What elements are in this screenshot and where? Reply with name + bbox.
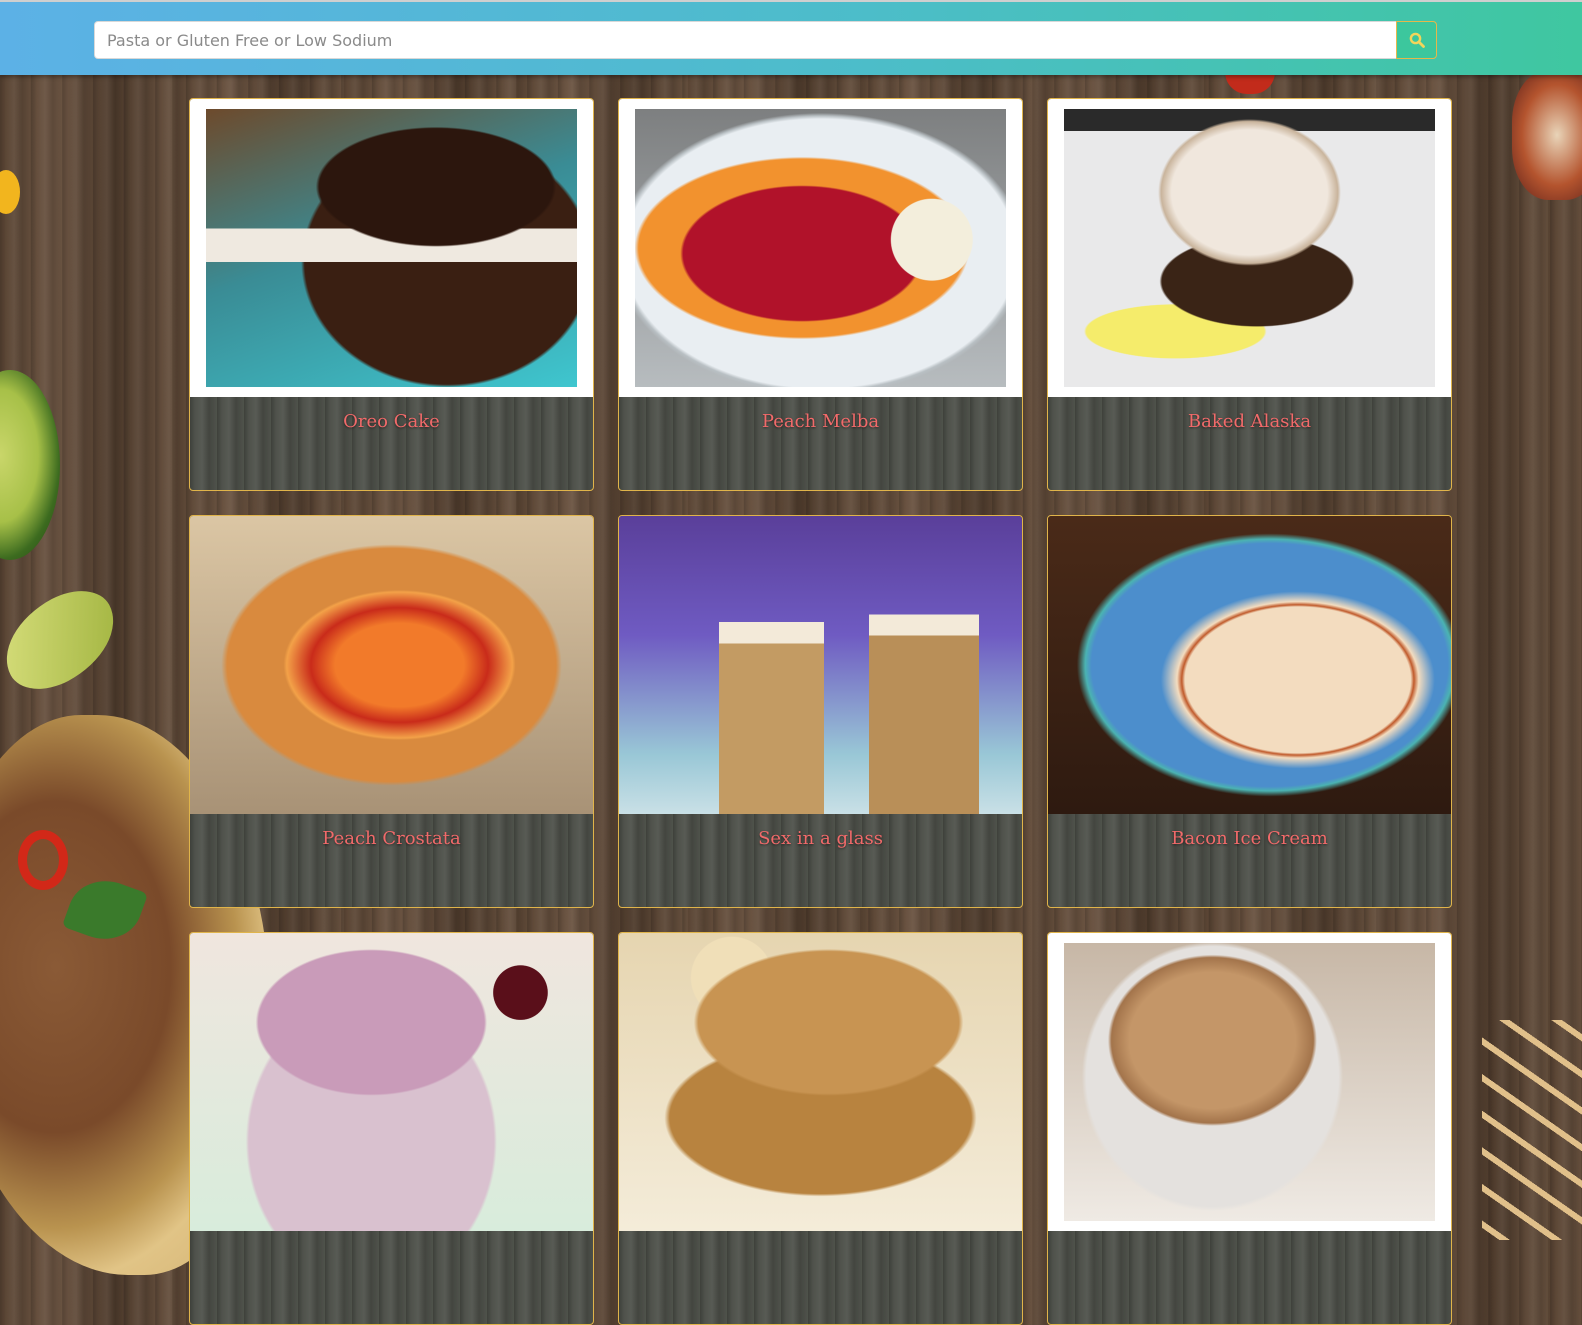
recipe-card[interactable] (189, 932, 594, 1325)
recipe-image (619, 516, 1022, 814)
recipe-card[interactable]: Peach Melba (618, 98, 1023, 491)
recipe-title[interactable]: Bacon Ice Cream (1048, 828, 1451, 849)
recipe-grid: Oreo Cake Peach Melba Baked Alaska Peach… (189, 98, 1452, 1325)
recipe-title[interactable]: Peach Crostata (190, 828, 593, 849)
recipe-card[interactable]: Baked Alaska (1047, 98, 1452, 491)
recipe-image (190, 99, 593, 397)
recipe-title[interactable]: Baked Alaska (1048, 411, 1451, 432)
recipe-image (1048, 933, 1451, 1231)
recipe-card[interactable] (618, 932, 1023, 1325)
recipe-card[interactable]: Peach Crostata (189, 515, 594, 908)
recipe-image (619, 99, 1022, 397)
recipe-card[interactable] (1047, 932, 1452, 1325)
search-button[interactable] (1396, 21, 1437, 59)
search-form (94, 21, 1437, 59)
spice-decoration (1512, 70, 1582, 200)
lemon-decoration (0, 170, 20, 214)
recipe-title[interactable]: Oreo Cake (190, 411, 593, 432)
search-icon (1409, 32, 1425, 48)
avocado-decoration (0, 370, 60, 560)
coconut-shavings-decoration (1482, 1020, 1582, 1240)
recipe-title[interactable]: Peach Melba (619, 411, 1022, 432)
lime-decoration (0, 576, 132, 704)
recipe-card[interactable]: Sex in a glass (618, 515, 1023, 908)
recipe-image (1048, 516, 1451, 814)
recipe-image (190, 516, 593, 814)
search-input[interactable] (94, 21, 1396, 59)
recipe-card[interactable]: Bacon Ice Cream (1047, 515, 1452, 908)
recipe-card[interactable]: Oreo Cake (189, 98, 594, 491)
recipe-image (190, 933, 593, 1231)
top-search-bar (0, 0, 1582, 75)
recipe-title[interactable]: Sex in a glass (619, 828, 1022, 849)
pepper-decoration (18, 830, 68, 890)
chili-decoration (1225, 72, 1275, 94)
recipe-image (1048, 99, 1451, 397)
recipe-image (619, 933, 1022, 1231)
